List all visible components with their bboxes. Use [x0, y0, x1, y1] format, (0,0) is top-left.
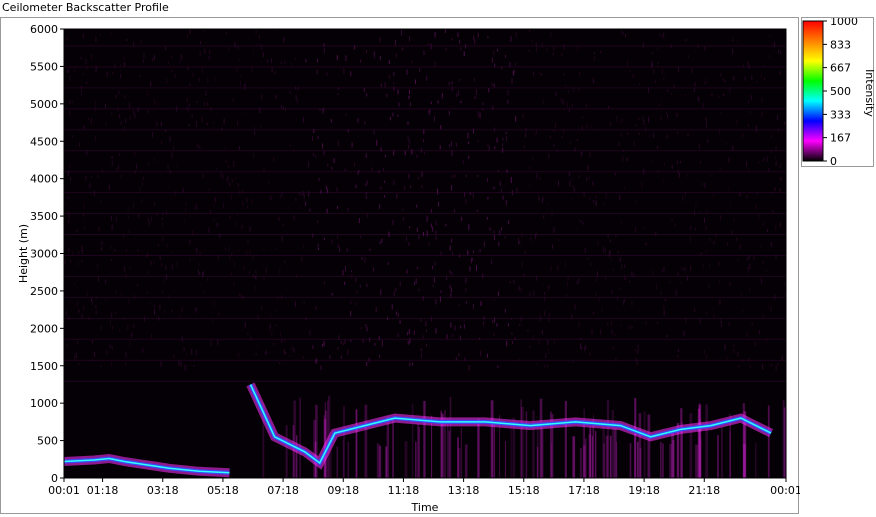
y-tick-label: 4000: [30, 173, 58, 186]
y-tick-label: 3500: [30, 210, 58, 223]
colorbar-label: Intensity: [863, 69, 875, 117]
y-tick-label: 2500: [30, 285, 58, 298]
x-tick-label: 15:18: [508, 484, 540, 497]
colorbar-frame: 1000 833 667 500 333 167 0 Intensity: [801, 17, 875, 168]
intensity-colorbar: 1000 833 667 500 333 167 0 Intensity: [802, 18, 875, 168]
y-tick-label: 500: [37, 435, 58, 448]
y-axis-label: Height (m): [17, 224, 30, 283]
x-tick-label: 07:18: [267, 484, 299, 497]
colorbar-tick-label: 167: [830, 132, 851, 145]
y-tick-label: 2000: [30, 322, 58, 335]
colorbar-tick-label: 667: [830, 62, 851, 75]
plot-frame: 0 500 1000 1500 2000 2500 3000 3500 4000 4500 5000…: [0, 17, 800, 515]
colorbar-tick-label: 1000: [830, 18, 858, 28]
colorbar-tick-label: 500: [830, 85, 851, 98]
x-tick-label: 01:18: [87, 484, 119, 497]
y-tick-label: 3000: [30, 248, 58, 261]
colorbar-tick-label: 333: [830, 108, 851, 121]
y-tick-label: 6000: [30, 23, 58, 36]
x-tick-label: 09:18: [327, 484, 359, 497]
x-tick-label: 19:18: [628, 484, 660, 497]
y-tick-label: 4500: [30, 135, 58, 148]
x-tick-label: 00:01: [770, 484, 800, 497]
colorbar-tick-label: 833: [830, 38, 851, 51]
x-axis-label: Time: [411, 501, 439, 514]
colorbar-tick-label: 0: [830, 155, 837, 168]
x-tick-label: 05:18: [207, 484, 239, 497]
x-tick-label: 21:18: [688, 484, 720, 497]
x-tick-label: 03:18: [147, 484, 179, 497]
y-tick-label: 1000: [30, 397, 58, 410]
y-tick-label: 5500: [30, 60, 58, 73]
colorbar-gradient: [802, 20, 824, 162]
x-tick-label: 17:18: [568, 484, 600, 497]
chart-title: Ceilometer Backscatter Profile: [2, 1, 169, 14]
x-tick-label: 11:18: [388, 484, 420, 497]
y-tick-label: 1500: [30, 360, 58, 373]
x-tick-label: 13:18: [448, 484, 480, 497]
backscatter-plot[interactable]: 0500100015002000250030003500400045005000…: [1, 18, 800, 515]
y-tick-label: 5000: [30, 98, 58, 111]
x-tick-label: 00:01: [48, 484, 80, 497]
